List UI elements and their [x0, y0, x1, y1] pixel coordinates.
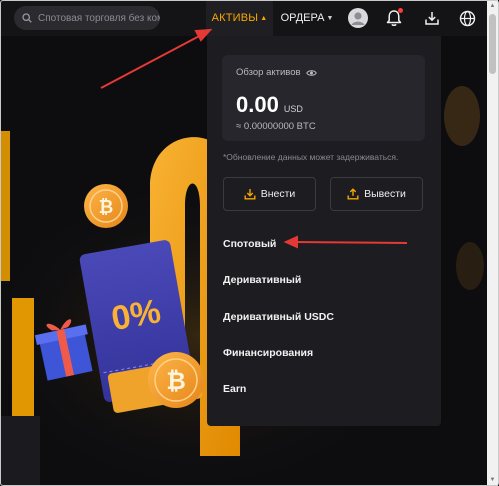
deposit-icon: [244, 189, 256, 200]
data-delay-note: *Обновление данных может задерживаться.: [223, 152, 399, 162]
menu-item-derivatives[interactable]: Деривативный: [223, 274, 301, 286]
search-placeholder: Спотовая торговля без ком: [38, 12, 160, 24]
assets-dropdown-panel: Обзор активов 0.00 USD ≈ 0.00000000 BTC …: [207, 36, 441, 426]
withdraw-label: Вывести: [364, 188, 406, 200]
overview-label: Обзор активов: [236, 67, 301, 78]
avatar-button[interactable]: [347, 7, 369, 29]
nav-orders-menu[interactable]: ОРДЕРА ▼: [279, 0, 335, 36]
deposit-button[interactable]: Внести: [223, 177, 316, 211]
menu-item-spot[interactable]: Спотовый: [223, 238, 276, 250]
menu-item-earn[interactable]: Earn: [223, 383, 246, 395]
notifications-button[interactable]: [383, 7, 405, 29]
scroll-down-icon[interactable]: ▼: [489, 476, 496, 484]
caret-up-icon: ▲: [260, 14, 268, 22]
search-icon: [22, 13, 32, 23]
top-navigation-bar: Спотовая торговля без ком АКТИВЫ ▲ ОРДЕР…: [0, 0, 487, 36]
nav-assets-label: АКТИВЫ: [211, 12, 259, 24]
nav-orders-label: ОРДЕРА: [280, 12, 325, 24]
balance-row: 0.00 USD: [236, 92, 303, 118]
scroll-up-icon[interactable]: ▲: [489, 2, 496, 10]
menu-item-funding[interactable]: Финансирования: [223, 347, 313, 359]
search-input[interactable]: Спотовая торговля без ком: [14, 6, 160, 30]
eye-icon[interactable]: [305, 69, 317, 77]
vertical-scrollbar[interactable]: ▲ ▼: [487, 0, 498, 486]
withdraw-icon: [347, 188, 359, 200]
svg-text:₿: ₿: [166, 368, 186, 395]
asset-overview-card[interactable]: Обзор активов 0.00 USD ≈ 0.00000000 BTC: [222, 55, 425, 141]
balance-amount: 0.00: [236, 92, 279, 117]
caret-down-icon: ▼: [326, 14, 334, 22]
language-button[interactable]: [456, 7, 478, 29]
download-icon: [425, 12, 439, 25]
nav-assets-menu[interactable]: АКТИВЫ ▲: [206, 0, 273, 36]
avatar-icon: [348, 8, 368, 28]
deposit-label: Внести: [260, 188, 296, 200]
overview-label-row: Обзор активов: [236, 67, 317, 78]
withdraw-button[interactable]: Вывести: [330, 177, 423, 211]
balance-currency: USD: [283, 104, 303, 114]
download-button[interactable]: [421, 7, 443, 29]
notification-dot: [398, 8, 403, 13]
globe-icon: [459, 10, 475, 26]
scrollbar-thumb[interactable]: [489, 14, 496, 74]
balance-btc: ≈ 0.00000000 BTC: [236, 121, 316, 132]
menu-item-derivatives-usdc[interactable]: Деривативный USDC: [223, 311, 334, 323]
svg-text:₿: ₿: [99, 197, 114, 217]
